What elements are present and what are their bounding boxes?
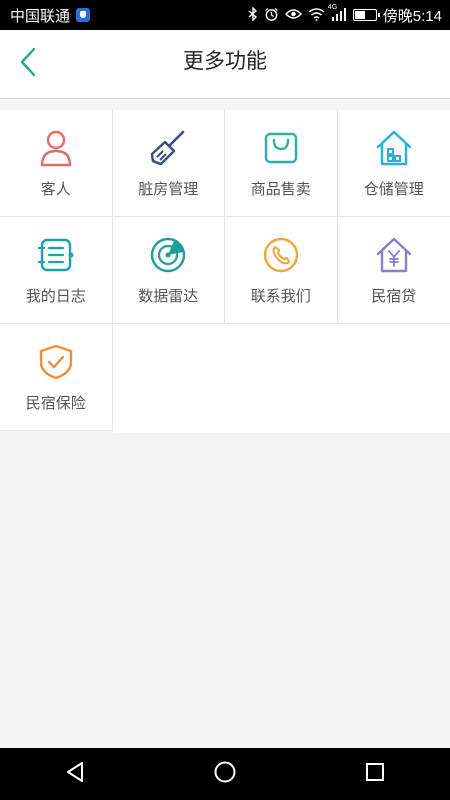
feature-label: 联系我们 <box>250 287 311 305</box>
nav-home-button[interactable] <box>205 754 245 794</box>
feature-label: 我的日志 <box>25 287 86 305</box>
app-header: 更多功能 <box>0 30 450 99</box>
feature-homestay-insurance[interactable]: 民宿保险 <box>0 324 113 431</box>
recent-square-icon <box>365 762 385 787</box>
feature-label: 数据雷达 <box>138 287 199 305</box>
clock-time: 傍晚5:14 <box>382 7 442 25</box>
feature-label: 客人 <box>40 180 71 198</box>
feature-my-log[interactable]: 我的日志 <box>0 217 113 324</box>
feature-warehouse[interactable]: 仓储管理 <box>337 110 450 217</box>
feature-homestay-loan[interactable]: 民宿贷 <box>337 217 450 324</box>
radar-icon <box>148 235 188 275</box>
feature-label: 商品售卖 <box>250 180 311 198</box>
bluetooth-icon <box>248 6 258 23</box>
broom-icon <box>148 128 188 168</box>
feature-label: 脏房管理 <box>138 180 199 198</box>
phone-icon <box>261 235 301 275</box>
system-nav-bar <box>0 748 450 800</box>
grid-empty-area <box>112 326 450 433</box>
carrier-name: 中国联通 <box>10 7 71 25</box>
battery-icon <box>352 9 380 21</box>
feature-contact-us[interactable]: 联系我们 <box>225 217 338 324</box>
shield-check-icon <box>36 342 76 382</box>
network-type-label: 4G <box>327 3 338 11</box>
warehouse-house-icon <box>374 128 414 168</box>
feature-label: 民宿保险 <box>25 394 86 412</box>
back-triangle-icon <box>65 761 85 788</box>
status-bar: 中国联通 4G 傍晚5:14 <box>0 0 450 30</box>
nav-recents-button[interactable] <box>355 754 395 794</box>
feature-label: 仓储管理 <box>363 180 424 198</box>
home-circle-icon <box>213 760 237 789</box>
feature-label: 民宿贷 <box>371 287 417 305</box>
eye-icon <box>284 8 302 22</box>
yuan-house-icon <box>374 235 414 275</box>
feature-data-radar[interactable]: 数据雷达 <box>112 217 225 324</box>
alarm-icon <box>264 7 279 24</box>
page-title: 更多功能 <box>183 50 267 73</box>
carrier-shield-icon <box>76 8 91 22</box>
feature-dirty-room[interactable]: 脏房管理 <box>112 110 225 217</box>
journal-icon <box>36 235 76 275</box>
feature-guests[interactable]: 客人 <box>0 110 113 217</box>
feature-goods-sale[interactable]: 商品售卖 <box>225 110 338 217</box>
signal-icon: 4G <box>328 4 347 23</box>
shopping-bag-icon <box>261 128 301 168</box>
nav-back-button[interactable] <box>55 754 95 794</box>
wifi-icon <box>308 7 325 23</box>
person-icon <box>36 128 76 168</box>
